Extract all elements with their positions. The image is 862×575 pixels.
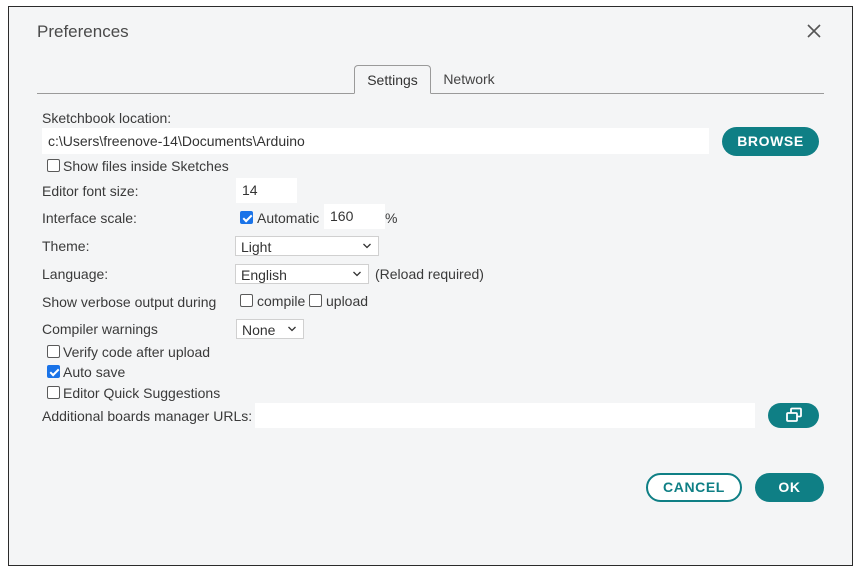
compiler-warnings-label: Compiler warnings	[42, 321, 158, 337]
language-reload-note: (Reload required)	[375, 266, 484, 282]
cancel-button[interactable]: CANCEL	[646, 473, 742, 502]
open-window-icon	[785, 407, 802, 422]
language-label: Language:	[42, 266, 109, 282]
automatic-label: Automatic	[257, 210, 320, 226]
chevron-down-icon	[353, 271, 361, 277]
chevron-down-icon	[288, 326, 296, 332]
compile-checkbox[interactable]	[240, 294, 253, 307]
chevron-down-icon	[363, 243, 371, 249]
auto-save-checkbox[interactable]	[47, 365, 60, 378]
font-size-input[interactable]: 14	[236, 178, 297, 203]
verify-code-label: Verify code after upload	[63, 344, 211, 360]
browse-button[interactable]: BROWSE	[722, 127, 819, 156]
show-files-label: Show files inside Sketches	[63, 158, 229, 174]
show-files-checkbox[interactable]	[47, 159, 60, 172]
language-select[interactable]: English	[235, 264, 369, 284]
dialog-title: Preferences	[37, 22, 129, 41]
compiler-warnings-select[interactable]: None	[236, 319, 304, 339]
theme-label: Theme:	[42, 238, 90, 254]
scale-unit-label: %	[385, 210, 398, 226]
tab-network[interactable]: Network	[437, 65, 501, 94]
close-icon[interactable]	[806, 23, 822, 39]
compile-label: compile	[257, 293, 306, 309]
font-size-label: Editor font size:	[42, 183, 139, 199]
verify-code-checkbox[interactable]	[47, 345, 60, 358]
scale-input[interactable]: 160	[324, 204, 385, 229]
quick-suggestions-checkbox[interactable]	[47, 386, 60, 399]
auto-save-label: Auto save	[63, 364, 126, 380]
theme-select[interactable]: Light	[235, 236, 379, 256]
interface-scale-label: Interface scale:	[42, 210, 137, 226]
upload-label: upload	[326, 293, 369, 309]
open-urls-editor-button[interactable]	[768, 403, 819, 428]
ok-button[interactable]: OK	[755, 473, 824, 502]
boards-urls-label: Additional boards manager URLs:	[42, 408, 253, 424]
theme-select-value: Light	[241, 239, 272, 255]
language-select-value: English	[241, 267, 287, 283]
upload-checkbox[interactable]	[309, 294, 322, 307]
quick-suggestions-label: Editor Quick Suggestions	[63, 385, 221, 401]
sketchbook-location-label: Sketchbook location:	[42, 110, 172, 126]
automatic-checkbox[interactable]	[240, 211, 253, 224]
preferences-dialog: Preferences Settings Network Sketchbook …	[8, 6, 853, 566]
verbose-output-label: Show verbose output during	[42, 294, 217, 310]
compiler-warnings-value: None	[242, 322, 276, 338]
tab-settings[interactable]: Settings	[354, 65, 431, 94]
sketchbook-location-input[interactable]: c:\Users\freenove-14\Documents\Arduino	[42, 128, 709, 154]
boards-urls-input[interactable]	[255, 403, 755, 428]
